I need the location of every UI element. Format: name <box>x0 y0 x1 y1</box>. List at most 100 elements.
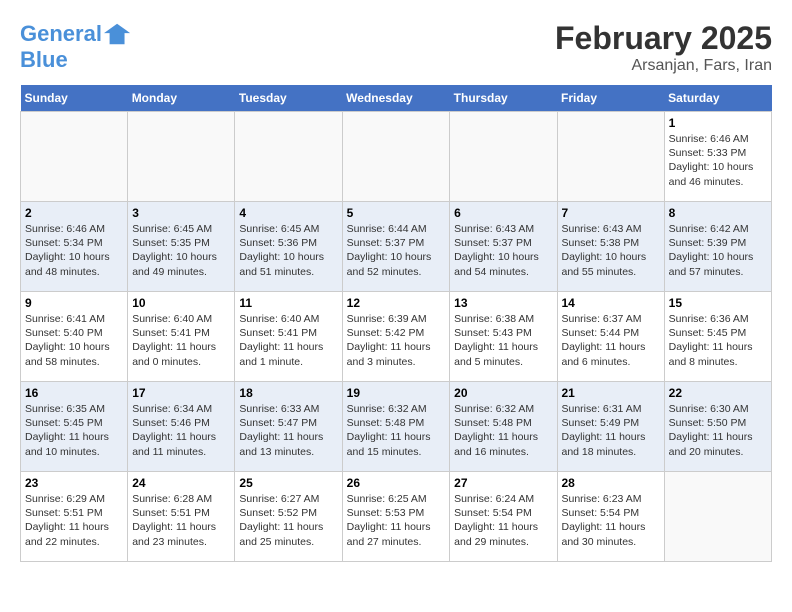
day-number: 16 <box>25 386 123 400</box>
day-cell <box>450 112 557 202</box>
day-number: 28 <box>562 476 660 490</box>
day-info: Sunrise: 6:40 AM Sunset: 5:41 PM Dayligh… <box>239 312 337 369</box>
day-number: 13 <box>454 296 552 310</box>
day-number: 1 <box>669 116 767 130</box>
day-number: 18 <box>239 386 337 400</box>
day-cell: 18 Sunrise: 6:33 AM Sunset: 5:47 PM Dayli… <box>235 382 342 472</box>
day-number: 7 <box>562 206 660 220</box>
day-info: Sunrise: 6:35 AM Sunset: 5:45 PM Dayligh… <box>25 402 123 459</box>
weekday-header-wednesday: Wednesday <box>342 85 450 112</box>
day-cell: 10 Sunrise: 6:40 AM Sunset: 5:41 PM Dayli… <box>128 292 235 382</box>
day-info: Sunrise: 6:24 AM Sunset: 5:54 PM Dayligh… <box>454 492 552 549</box>
day-info: Sunrise: 6:32 AM Sunset: 5:48 PM Dayligh… <box>454 402 552 459</box>
day-cell: 25 Sunrise: 6:27 AM Sunset: 5:52 PM Dayli… <box>235 472 342 562</box>
day-cell: 13 Sunrise: 6:38 AM Sunset: 5:43 PM Dayli… <box>450 292 557 382</box>
day-cell: 5Sunrise: 6:44 AM Sunset: 5:37 PM Daylig… <box>342 202 450 292</box>
day-number: 5 <box>347 206 446 220</box>
weekday-header-monday: Monday <box>128 85 235 112</box>
weekday-header-tuesday: Tuesday <box>235 85 342 112</box>
day-info: Sunrise: 6:38 AM Sunset: 5:43 PM Dayligh… <box>454 312 552 369</box>
day-number: 9 <box>25 296 123 310</box>
day-cell: 6 Sunrise: 6:43 AM Sunset: 5:37 PM Daylig… <box>450 202 557 292</box>
week-row-4: 16 Sunrise: 6:35 AM Sunset: 5:45 PM Dayli… <box>21 382 772 472</box>
day-info: Sunrise: 6:42 AM Sunset: 5:39 PM Dayligh… <box>669 222 767 279</box>
day-number: 19 <box>347 386 446 400</box>
day-cell: 9Sunrise: 6:41 AM Sunset: 5:40 PM Daylig… <box>21 292 128 382</box>
day-info: Sunrise: 6:29 AM Sunset: 5:51 PM Dayligh… <box>25 492 123 549</box>
day-number: 8 <box>669 206 767 220</box>
day-cell: 8 Sunrise: 6:42 AM Sunset: 5:39 PM Daylig… <box>664 202 771 292</box>
day-cell: 2Sunrise: 6:46 AM Sunset: 5:34 PM Daylig… <box>21 202 128 292</box>
day-info: Sunrise: 6:39 AM Sunset: 5:42 PM Dayligh… <box>347 312 446 369</box>
weekday-header-friday: Friday <box>557 85 664 112</box>
page-title: February 2025 <box>555 20 772 57</box>
day-info: Sunrise: 6:30 AM Sunset: 5:50 PM Dayligh… <box>669 402 767 459</box>
logo-text: General <box>20 22 102 46</box>
day-cell: 24 Sunrise: 6:28 AM Sunset: 5:51 PM Dayli… <box>128 472 235 562</box>
day-cell: 26Sunrise: 6:25 AM Sunset: 5:53 PM Dayli… <box>342 472 450 562</box>
day-cell: 16 Sunrise: 6:35 AM Sunset: 5:45 PM Dayli… <box>21 382 128 472</box>
day-number: 11 <box>239 296 337 310</box>
day-number: 4 <box>239 206 337 220</box>
day-cell: 19 Sunrise: 6:32 AM Sunset: 5:48 PM Dayli… <box>342 382 450 472</box>
day-number: 22 <box>669 386 767 400</box>
day-info: Sunrise: 6:37 AM Sunset: 5:44 PM Dayligh… <box>562 312 660 369</box>
day-cell <box>128 112 235 202</box>
day-cell: 20 Sunrise: 6:32 AM Sunset: 5:48 PM Dayli… <box>450 382 557 472</box>
page-subtitle: Arsanjan, Fars, Iran <box>555 57 772 75</box>
day-info: Sunrise: 6:46 AM Sunset: 5:34 PM Dayligh… <box>25 222 123 279</box>
day-number: 20 <box>454 386 552 400</box>
weekday-header-thursday: Thursday <box>450 85 557 112</box>
day-info: Sunrise: 6:43 AM Sunset: 5:37 PM Dayligh… <box>454 222 552 279</box>
page-header: General Blue February 2025 Arsanjan, Far… <box>20 20 772 75</box>
day-number: 26 <box>347 476 446 490</box>
day-cell: 3Sunrise: 6:45 AM Sunset: 5:35 PM Daylig… <box>128 202 235 292</box>
day-info: Sunrise: 6:45 AM Sunset: 5:35 PM Dayligh… <box>132 222 230 279</box>
day-number: 24 <box>132 476 230 490</box>
day-cell <box>557 112 664 202</box>
day-info: Sunrise: 6:32 AM Sunset: 5:48 PM Dayligh… <box>347 402 446 459</box>
weekday-header-sunday: Sunday <box>21 85 128 112</box>
day-info: Sunrise: 6:43 AM Sunset: 5:38 PM Dayligh… <box>562 222 660 279</box>
day-number: 14 <box>562 296 660 310</box>
day-number: 23 <box>25 476 123 490</box>
day-info: Sunrise: 6:45 AM Sunset: 5:36 PM Dayligh… <box>239 222 337 279</box>
day-number: 15 <box>669 296 767 310</box>
day-cell: 15 Sunrise: 6:36 AM Sunset: 5:45 PM Dayli… <box>664 292 771 382</box>
day-number: 25 <box>239 476 337 490</box>
day-info: Sunrise: 6:46 AM Sunset: 5:33 PM Dayligh… <box>669 132 767 189</box>
weekday-header-saturday: Saturday <box>664 85 771 112</box>
weekday-header-row: SundayMondayTuesdayWednesdayThursdayFrid… <box>21 85 772 112</box>
day-info: Sunrise: 6:33 AM Sunset: 5:47 PM Dayligh… <box>239 402 337 459</box>
day-info: Sunrise: 6:36 AM Sunset: 5:45 PM Dayligh… <box>669 312 767 369</box>
day-info: Sunrise: 6:27 AM Sunset: 5:52 PM Dayligh… <box>239 492 337 549</box>
logo-blue: Blue <box>20 48 132 72</box>
day-cell: 27 Sunrise: 6:24 AM Sunset: 5:54 PM Dayli… <box>450 472 557 562</box>
day-cell: 23 Sunrise: 6:29 AM Sunset: 5:51 PM Dayli… <box>21 472 128 562</box>
day-cell: 22 Sunrise: 6:30 AM Sunset: 5:50 PM Dayli… <box>664 382 771 472</box>
day-cell <box>235 112 342 202</box>
title-block: February 2025 Arsanjan, Fars, Iran <box>555 20 772 75</box>
day-number: 10 <box>132 296 230 310</box>
week-row-2: 2Sunrise: 6:46 AM Sunset: 5:34 PM Daylig… <box>21 202 772 292</box>
day-info: Sunrise: 6:40 AM Sunset: 5:41 PM Dayligh… <box>132 312 230 369</box>
day-cell: 21Sunrise: 6:31 AM Sunset: 5:49 PM Dayli… <box>557 382 664 472</box>
day-number: 17 <box>132 386 230 400</box>
day-cell: 7 Sunrise: 6:43 AM Sunset: 5:38 PM Daylig… <box>557 202 664 292</box>
day-number: 6 <box>454 206 552 220</box>
logo: General Blue <box>20 20 132 72</box>
day-info: Sunrise: 6:34 AM Sunset: 5:46 PM Dayligh… <box>132 402 230 459</box>
day-cell: 17 Sunrise: 6:34 AM Sunset: 5:46 PM Dayli… <box>128 382 235 472</box>
day-cell: 4 Sunrise: 6:45 AM Sunset: 5:36 PM Daylig… <box>235 202 342 292</box>
day-cell: 1 Sunrise: 6:46 AM Sunset: 5:33 PM Daylig… <box>664 112 771 202</box>
week-row-5: 23 Sunrise: 6:29 AM Sunset: 5:51 PM Dayli… <box>21 472 772 562</box>
calendar-table: SundayMondayTuesdayWednesdayThursdayFrid… <box>20 85 772 562</box>
logo-icon <box>104 20 132 48</box>
day-cell: 28 Sunrise: 6:23 AM Sunset: 5:54 PM Dayli… <box>557 472 664 562</box>
week-row-3: 9Sunrise: 6:41 AM Sunset: 5:40 PM Daylig… <box>21 292 772 382</box>
day-number: 27 <box>454 476 552 490</box>
day-info: Sunrise: 6:23 AM Sunset: 5:54 PM Dayligh… <box>562 492 660 549</box>
day-info: Sunrise: 6:28 AM Sunset: 5:51 PM Dayligh… <box>132 492 230 549</box>
day-number: 21 <box>562 386 660 400</box>
day-cell <box>342 112 450 202</box>
